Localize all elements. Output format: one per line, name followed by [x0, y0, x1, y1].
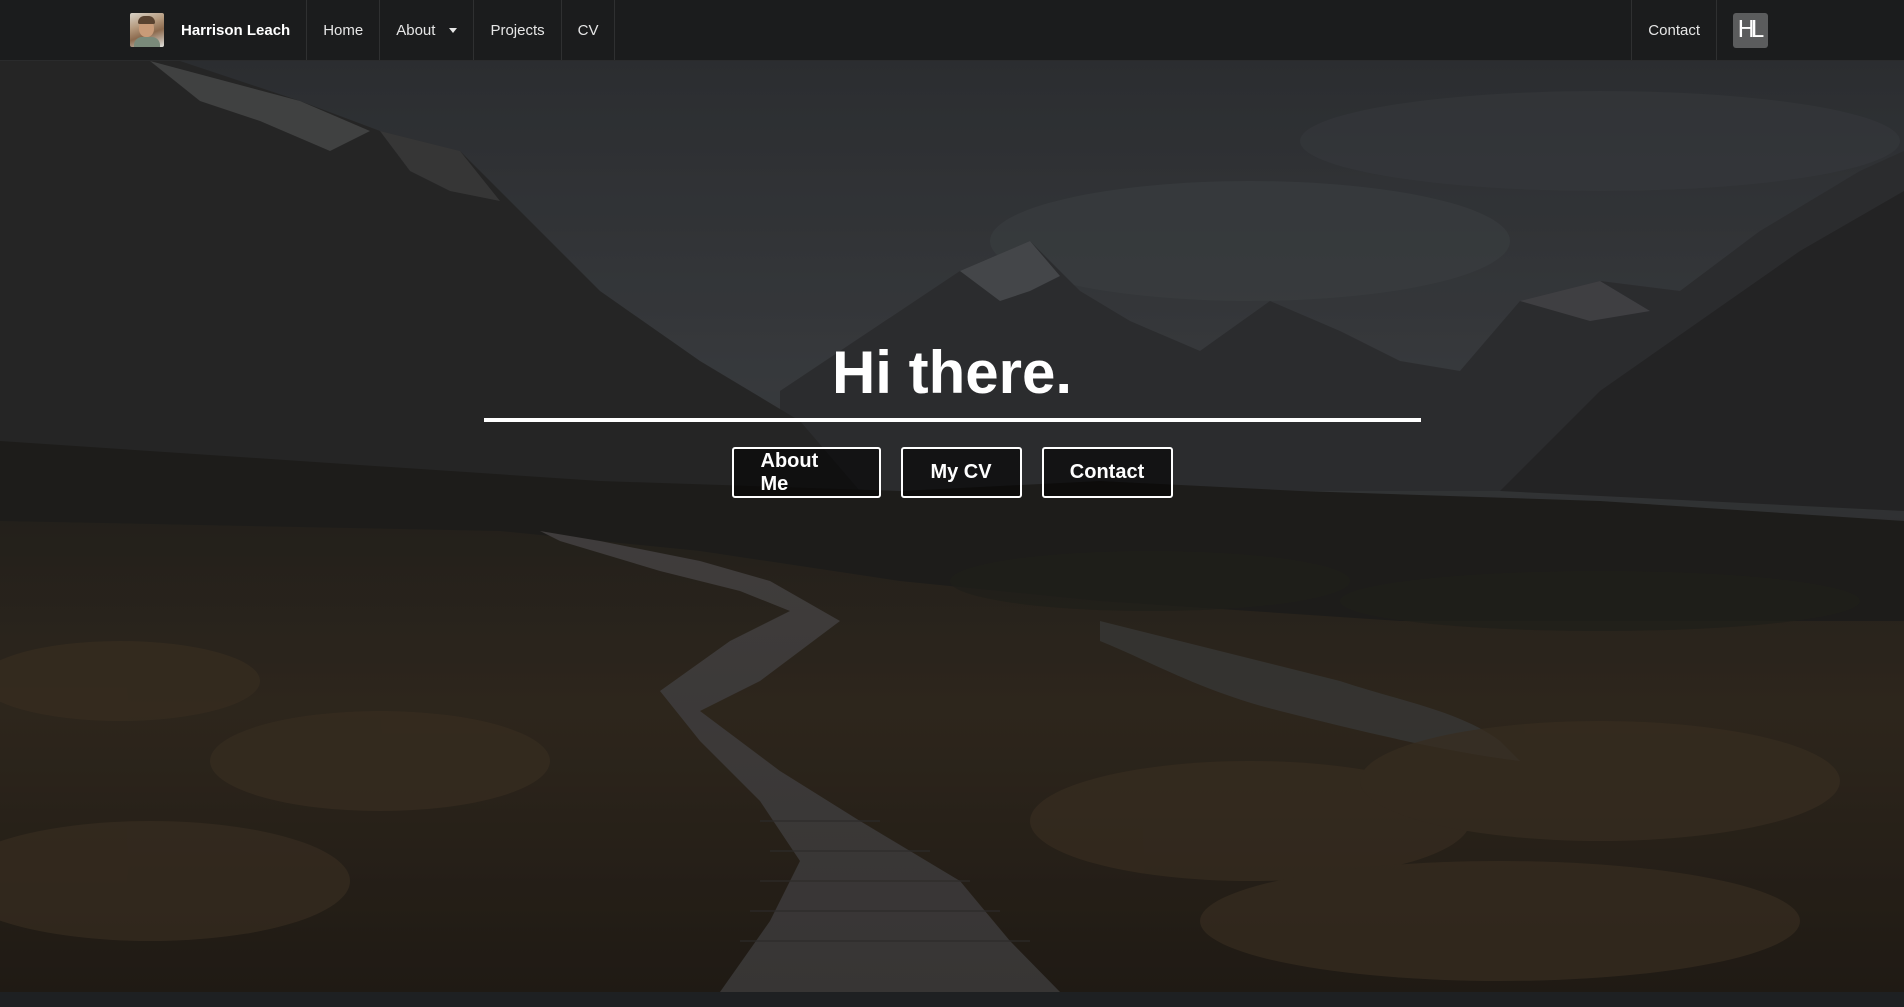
button-label: Contact: [1069, 461, 1145, 483]
nav-item-contact[interactable]: Contact: [1631, 0, 1716, 60]
hero-title-underline: [484, 418, 1421, 422]
hero-title: Hi there.: [831, 339, 1073, 406]
button-label: About Me: [760, 449, 819, 495]
nav-item-label: About: [396, 21, 436, 39]
contact-button[interactable]: Contact: [1041, 447, 1173, 498]
about-me-button[interactable]: About Me: [731, 447, 881, 498]
my-cv-button[interactable]: My CV: [900, 447, 1022, 498]
top-navbar: Harrison Leach Home About Projects CV Co…: [0, 0, 1904, 61]
nav-left-group: Harrison Leach Home About Projects CV: [116, 0, 616, 60]
nav-item-label: Projects: [490, 21, 545, 39]
nav-item-label: Contact: [1648, 21, 1700, 39]
footer-strip: [0, 992, 1904, 1007]
button-label: My CV: [930, 461, 992, 483]
brand-name: Harrison Leach: [181, 21, 291, 39]
nav-right-group: Contact HL: [1631, 0, 1784, 60]
nav-item-projects[interactable]: Projects: [474, 0, 562, 60]
nav-item-cv[interactable]: CV: [562, 0, 616, 60]
hero-button-row: About Me My CV Contact: [0, 447, 1904, 498]
nav-item-about[interactable]: About: [380, 0, 475, 60]
avatar: [130, 13, 164, 47]
hero-background-image: [0, 61, 1904, 992]
logo: HL: [1733, 12, 1768, 48]
nav-item-home[interactable]: Home: [307, 0, 381, 60]
dropdown-caret-icon: [449, 27, 458, 33]
hero-section: Hi there. About Me My CV Contact: [0, 61, 1904, 992]
logo-link[interactable]: HL: [1716, 0, 1784, 60]
nav-item-label: CV: [577, 21, 599, 39]
nav-item-label: Home: [323, 21, 364, 39]
brand-link[interactable]: Harrison Leach: [116, 0, 308, 60]
